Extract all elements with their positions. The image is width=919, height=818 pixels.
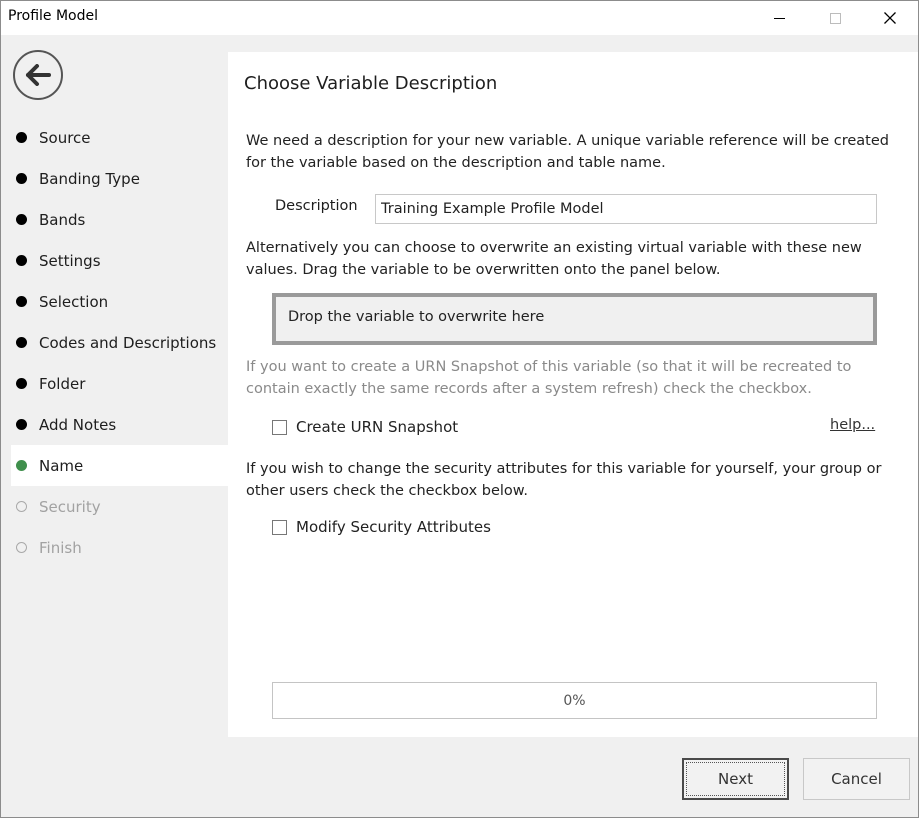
urn-snapshot-text: If you want to create a URN Snapshot of … (246, 359, 852, 397)
nav-step-folder[interactable]: Folder (11, 363, 228, 404)
close-icon (884, 12, 896, 24)
nav-step-label: Finish (39, 538, 82, 557)
progress-bar: 0% (272, 682, 877, 719)
close-button[interactable] (867, 1, 913, 35)
nav-step-label: Add Notes (39, 415, 117, 434)
step-status-icon (16, 378, 27, 389)
description-input[interactable] (375, 194, 877, 224)
nav-step-security[interactable]: Security (11, 486, 228, 527)
overwrite-instructions: Alternatively you can choose to overwrit… (246, 240, 862, 278)
step-status-icon (16, 173, 27, 184)
security-text: If you wish to change the security attri… (246, 461, 882, 499)
wizard-steps-nav: Source Banding Type Bands Settings Selection… (11, 117, 228, 568)
step-status-icon (16, 255, 27, 266)
nav-step-bands[interactable]: Bands (11, 199, 228, 240)
nav-step-banding-type[interactable]: Banding Type (11, 158, 228, 199)
step-status-icon (16, 296, 27, 307)
step-status-icon (16, 419, 27, 430)
arrow-left-icon (26, 64, 51, 86)
page-title: Choose Variable Description (244, 73, 498, 94)
window-title: Profile Model (8, 8, 99, 24)
step-status-icon (16, 214, 27, 225)
modify-security-checkbox[interactable] (272, 519, 287, 535)
urn-snapshot-checkbox[interactable] (272, 419, 287, 435)
nav-step-label: Settings (39, 251, 101, 270)
nav-step-finish[interactable]: Finish (11, 527, 228, 568)
nav-step-label: Folder (39, 374, 86, 393)
description-label: Description (275, 198, 358, 214)
nav-step-label: Source (39, 128, 91, 147)
cancel-button[interactable]: Cancel (803, 758, 910, 800)
step-status-icon (16, 337, 27, 348)
maximize-button[interactable] (812, 1, 858, 35)
drop-zone-text: Drop the variable to overwrite here (288, 309, 545, 325)
urn-snapshot-option[interactable]: Create URN Snapshot (272, 418, 458, 436)
minimize-button[interactable] (756, 1, 802, 35)
nav-step-settings[interactable]: Settings (11, 240, 228, 281)
intro-text: We need a description for your new varia… (246, 133, 889, 171)
nav-step-add-notes[interactable]: Add Notes (11, 404, 228, 445)
nav-step-codes-and-descriptions[interactable]: Codes and Descriptions (11, 322, 228, 363)
step-status-icon (16, 460, 27, 471)
modify-security-option[interactable]: Modify Security Attributes (272, 518, 491, 536)
progress-label: 0% (563, 692, 586, 709)
next-button[interactable]: Next (682, 758, 789, 800)
nav-step-label: Selection (39, 292, 109, 311)
main-panel: Choose Variable Description We need a de… (228, 52, 918, 737)
nav-step-label: Codes and Descriptions (39, 333, 217, 352)
back-button[interactable] (13, 50, 63, 100)
nav-step-label: Security (39, 497, 101, 516)
step-status-icon (16, 501, 27, 512)
minimize-icon (773, 17, 785, 19)
modify-security-label[interactable]: Modify Security Attributes (296, 518, 491, 536)
nav-step-selection[interactable]: Selection (11, 281, 228, 322)
nav-step-name[interactable]: Name (11, 445, 228, 486)
nav-step-label: Bands (39, 210, 86, 229)
nav-step-label: Name (39, 456, 84, 475)
step-status-icon (16, 132, 27, 143)
nav-step-source[interactable]: Source (11, 117, 228, 158)
overwrite-drop-zone[interactable]: Drop the variable to overwrite here (272, 293, 877, 345)
title-bar: Profile Model (1, 1, 918, 35)
help-link[interactable]: help... (830, 417, 875, 433)
profile-model-window: Profile Model Source Banding Type Bands Set… (0, 0, 919, 818)
step-status-icon (16, 542, 27, 553)
nav-step-label: Banding Type (39, 169, 140, 188)
urn-snapshot-label[interactable]: Create URN Snapshot (296, 418, 458, 436)
maximize-icon (829, 12, 841, 24)
